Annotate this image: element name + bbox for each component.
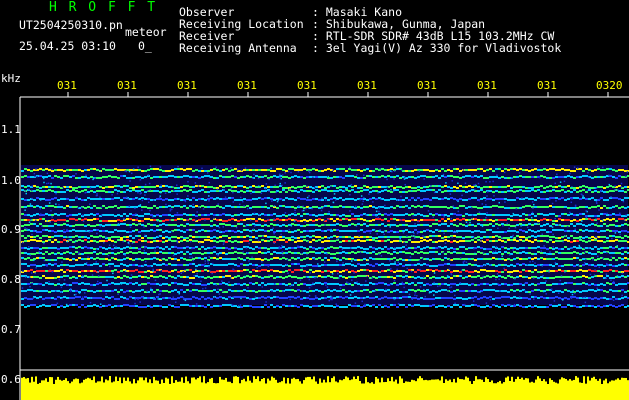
signal-bands <box>21 165 629 308</box>
level-bar <box>21 376 629 400</box>
spectrogram <box>19 92 629 400</box>
time-ticks <box>67 92 609 97</box>
